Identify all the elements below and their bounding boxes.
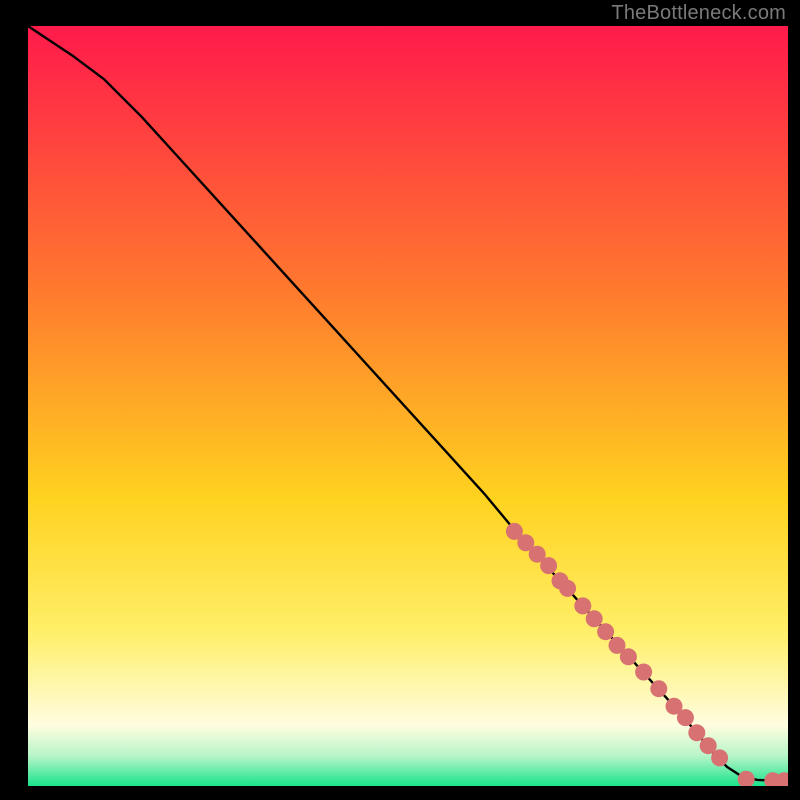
marker-point bbox=[620, 648, 637, 665]
gradient-background bbox=[28, 26, 788, 786]
marker-point bbox=[635, 664, 652, 681]
marker-point bbox=[711, 749, 728, 766]
attribution-label: TheBottleneck.com bbox=[611, 2, 786, 25]
marker-point bbox=[574, 597, 591, 614]
marker-point bbox=[650, 680, 667, 697]
marker-point bbox=[586, 610, 603, 627]
marker-point bbox=[540, 557, 557, 574]
marker-point bbox=[597, 623, 614, 640]
marker-point bbox=[688, 724, 705, 741]
plot-area bbox=[28, 26, 788, 786]
marker-point bbox=[677, 709, 694, 726]
chart-frame: TheBottleneck.com bbox=[0, 0, 800, 800]
marker-point bbox=[559, 580, 576, 597]
